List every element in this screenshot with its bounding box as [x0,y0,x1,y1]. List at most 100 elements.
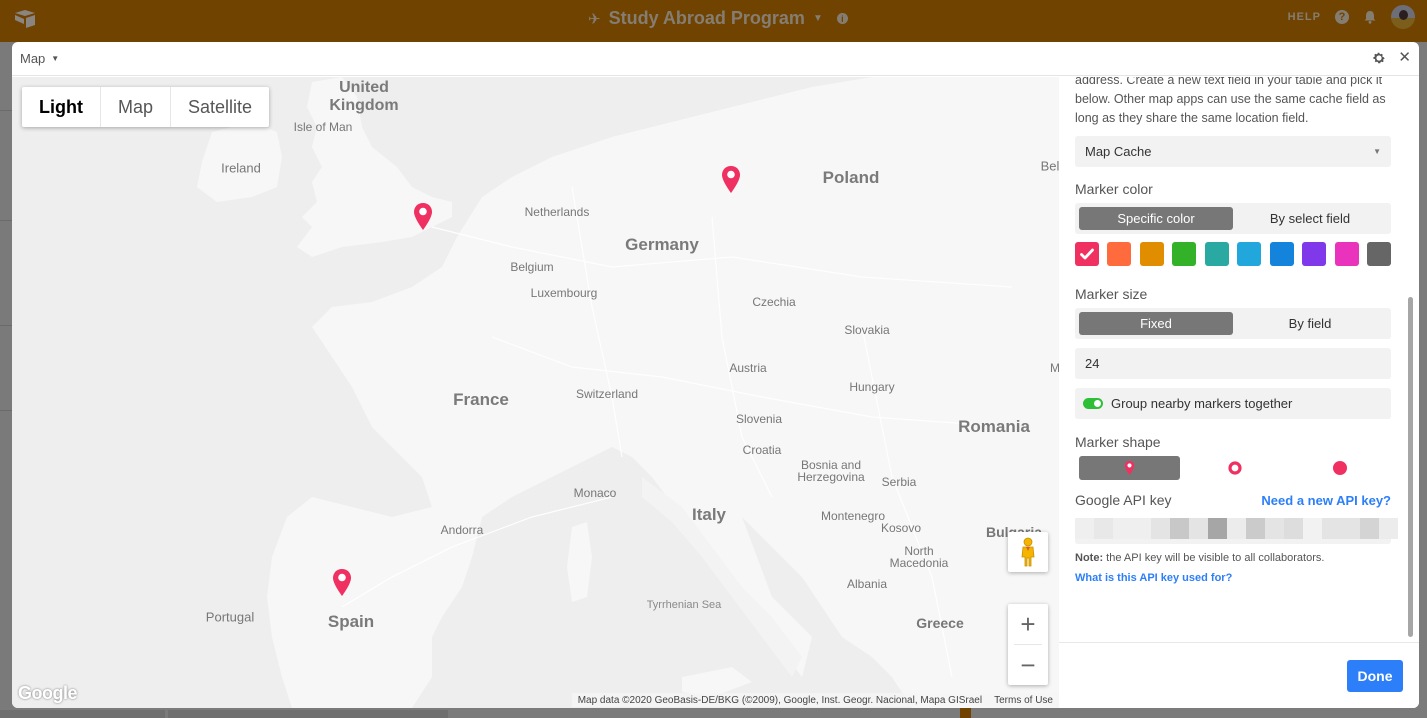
background-row-divider [0,220,12,221]
group-markers-row[interactable]: Group nearby markers together [1075,388,1391,419]
pegman-icon [1021,537,1035,567]
color-swatches [1075,242,1392,266]
gear-icon[interactable] [1372,51,1386,65]
map-label-greece: Greece [916,615,964,631]
map-type-map[interactable]: Map [101,87,171,127]
background-tab [168,710,448,718]
map-marker-pin[interactable] [721,166,741,193]
settings-scrollbar[interactable] [1408,297,1413,637]
airtable-logo-icon[interactable] [13,9,37,29]
map-app-modal: Map ▼ ✕ Light Map Satellite United Kingd… [12,42,1419,708]
background-grid [0,42,12,718]
background-row-divider [0,325,12,326]
map-label-portugal: Portugal [205,609,255,625]
checkmark-icon [1080,248,1094,260]
color-swatch[interactable] [1334,242,1359,266]
map-label-luxembourg: Luxembourg [530,286,598,300]
color-swatch[interactable] [1302,242,1327,266]
map-label-france: France [453,390,509,409]
color-swatch[interactable] [1075,242,1099,266]
background-row-divider [0,110,12,111]
zoom-in-button[interactable]: + [1008,604,1048,644]
app-name-dropdown[interactable]: Map ▼ [20,51,59,66]
map-label-ireland: Ireland [221,160,261,176]
map-label-united-kingdom: United Kingdom [329,79,399,114]
map-label-netherlands: Netherlands [524,205,590,219]
note-text: the API key will be visible to all colla… [1103,552,1325,564]
api-key-input-redacted[interactable] [1075,518,1398,539]
map-label-belarus: Bel [1040,158,1059,174]
color-swatch[interactable] [1367,242,1392,266]
map-label-italy: Italy [691,505,727,524]
app-name-label: Map [20,51,46,66]
background-tab [0,710,165,718]
map-label-poland: Poland [822,168,880,187]
terms-of-use-link[interactable]: Terms of Use [994,695,1053,706]
map-marker-pin[interactable] [413,203,433,230]
base-name: Study Abroad Program [608,8,805,28]
background-row-divider [0,410,12,411]
map-label-albania: Albania [846,577,888,591]
new-api-key-link[interactable]: Need a new API key? [1261,493,1391,508]
zoom-control: + − [1008,604,1048,685]
map-label-monaco: Monaco [573,486,617,500]
cache-field-value: Map Cache [1085,144,1152,159]
map-label-croatia: Croatia [742,443,782,457]
ring-shape-icon [1228,461,1242,475]
map-label-czechia: Czechia [752,295,796,309]
marker-size-label: Marker size [1075,286,1148,302]
map-label-belgium: Belgium [510,260,554,274]
map-type-light[interactable]: Light [22,87,101,127]
color-swatch[interactable] [1204,242,1229,266]
map-label-tyrrhenian-sea: Tyrrhenian Sea [646,599,722,611]
color-swatch[interactable] [1107,242,1132,266]
api-key-header: Google API key Need a new API key? [1075,492,1391,508]
marker-size-field[interactable] [1075,348,1391,379]
shape-pin-option[interactable] [1079,456,1181,480]
map-marker-pin[interactable] [332,569,352,596]
shape-dot-option[interactable] [1290,456,1391,480]
color-swatch[interactable] [1237,242,1262,266]
street-view-pegman[interactable] [1008,532,1048,572]
done-button[interactable]: Done [1347,660,1403,692]
base-title[interactable]: ✈ Study Abroad Program ▼ i [588,8,848,29]
group-markers-toggle[interactable] [1083,398,1103,409]
color-swatch[interactable] [1139,242,1164,266]
specific-color-option[interactable]: Specific color [1079,207,1233,230]
color-swatch[interactable] [1269,242,1294,266]
map-label-bosnia: Bosnia and Herzegovina [797,458,865,484]
api-key-label: Google API key [1075,492,1172,508]
api-key-note: Note: the API key will be visible to all… [1075,552,1391,564]
zoom-out-button[interactable]: − [1008,645,1048,685]
marker-size-mode-toggle: Fixed By field [1075,308,1391,339]
chevron-down-icon: ▼ [1373,147,1381,156]
marker-size-input[interactable] [1085,356,1381,371]
map-type-control: Light Map Satellite [22,87,270,127]
map-type-satellite[interactable]: Satellite [171,87,269,127]
color-swatch[interactable] [1172,242,1197,266]
by-field-size-option[interactable]: By field [1233,312,1387,335]
info-icon[interactable]: i [836,13,848,24]
airplane-icon: ✈ [588,10,601,28]
shape-ring-option[interactable] [1184,456,1285,480]
question-circle-icon[interactable]: ? [1335,10,1349,24]
map-label-serbia: Serbia [881,475,917,489]
map-label-romania: Romania [958,417,1030,436]
fixed-size-option[interactable]: Fixed [1079,312,1233,335]
map-canvas[interactable]: Light Map Satellite United Kingdom Isle … [12,77,1059,708]
settings-footer: Done [1059,642,1419,708]
attribution-text: Map data ©2020 GeoBasis-DE/BKG (©2009), … [577,694,983,706]
map-label-hungary: Hungary [849,380,895,394]
api-key-help-link[interactable]: What is this API key used for? [1075,572,1391,584]
map-label-isle-of-man: Isle of Man [293,120,353,134]
cache-field-description: address. Create a new text field in your… [1075,77,1386,125]
bell-icon[interactable] [1363,10,1377,24]
close-icon[interactable]: ✕ [1398,50,1411,65]
help-button[interactable]: HELP [1288,11,1321,23]
background-accent [960,708,971,718]
map-label-north-macedonia: North Macedonia [889,544,949,570]
cache-field-select[interactable]: Map Cache ▼ [1075,136,1391,167]
dot-shape-icon [1333,461,1348,475]
user-avatar[interactable] [1391,5,1415,29]
by-select-field-option[interactable]: By select field [1233,207,1387,230]
